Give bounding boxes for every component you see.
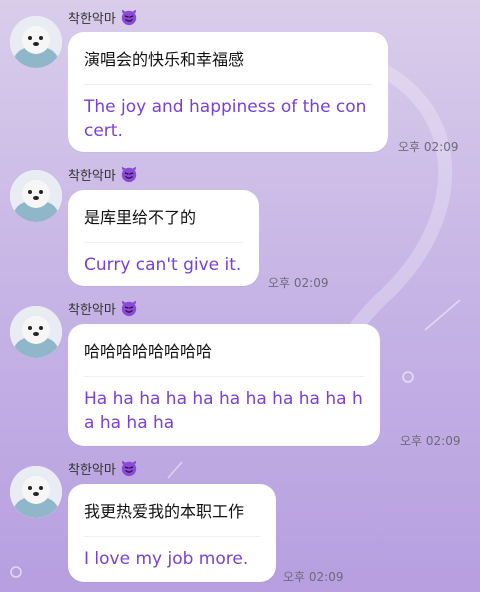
sender-name: 착한악마 — [68, 7, 138, 27]
dog-avatar-icon — [10, 466, 62, 518]
message-time: 오후 02:09 — [268, 276, 329, 290]
translation-text: Ha ha ha ha ha ha ha ha ha ha ha ha ha h… — [84, 389, 363, 433]
message-bubble[interactable]: 是库里给不了的 Curry can't give it. — [68, 190, 259, 286]
dog-avatar-icon — [10, 16, 62, 68]
sender-name-text: 착한악마 — [68, 11, 116, 27]
smiling-devil-icon — [121, 460, 137, 477]
sender-name-text: 착한악마 — [68, 302, 116, 318]
message-bubble[interactable]: 演唱会的快乐和幸福感 The joy and happiness of the … — [68, 32, 388, 152]
sender-name: 착한악마 — [68, 458, 138, 478]
dog-avatar-icon — [10, 306, 62, 358]
smiling-devil-icon — [121, 9, 137, 26]
message-time: 오후 02:09 — [283, 570, 344, 584]
original-text: 哈哈哈哈哈哈哈哈 — [84, 334, 364, 377]
avatar[interactable] — [10, 466, 62, 518]
translation-text: I love my job more. — [84, 549, 249, 569]
avatar[interactable] — [10, 306, 62, 358]
original-text: 演唱会的快乐和幸福感 — [84, 42, 372, 85]
avatar[interactable] — [10, 16, 62, 68]
avatar[interactable] — [10, 170, 62, 222]
message-bubble[interactable]: 我更热爱我的本职工作 I love my job more. — [68, 484, 276, 582]
message-time: 오후 02:09 — [400, 434, 461, 448]
smiling-devil-icon — [121, 300, 137, 317]
translation-text: Curry can't give it. — [84, 255, 242, 275]
dog-avatar-icon — [10, 170, 62, 222]
sender-name-text: 착한악마 — [68, 462, 116, 478]
message-bubble[interactable]: 哈哈哈哈哈哈哈哈 Ha ha ha ha ha ha ha ha ha ha h… — [68, 324, 380, 446]
sender-name: 착한악마 — [68, 164, 138, 184]
translation-text: The joy and happiness of the concert. — [84, 97, 367, 141]
original-text: 是库里给不了的 — [84, 200, 243, 243]
original-text: 我更热爱我的本职工作 — [84, 494, 260, 537]
message-time: 오후 02:09 — [398, 140, 459, 154]
sender-name: 착한악마 — [68, 298, 138, 318]
smiling-devil-icon — [121, 166, 137, 183]
sender-name-text: 착한악마 — [68, 168, 116, 184]
